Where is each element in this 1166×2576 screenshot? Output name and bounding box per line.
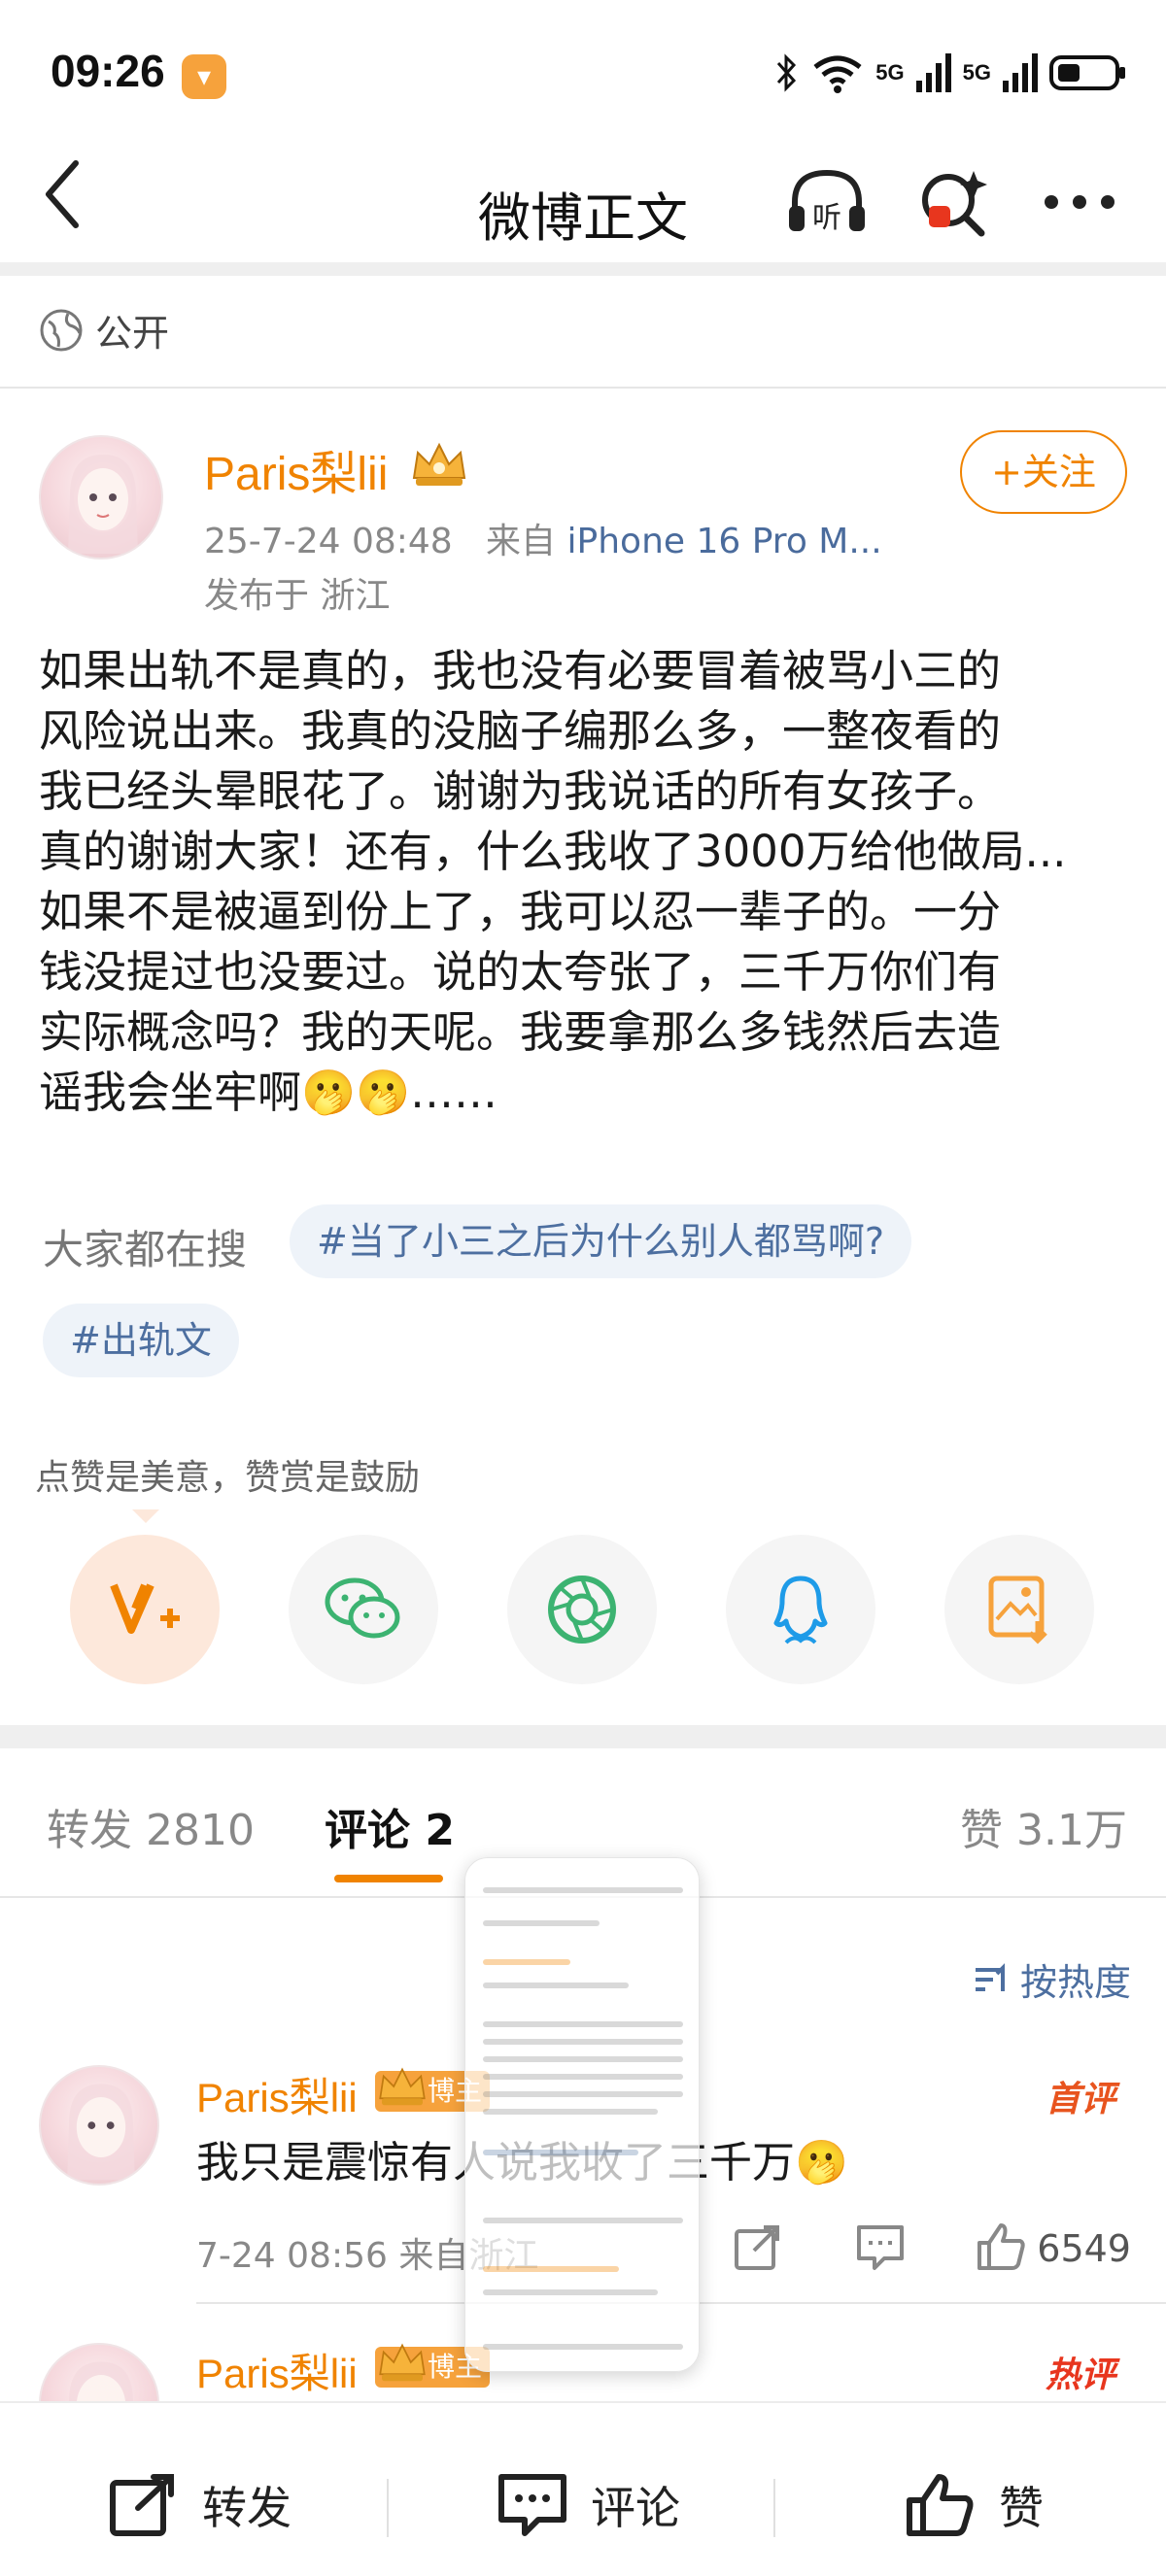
divider	[0, 1725, 1166, 1748]
wifi-icon	[813, 55, 862, 93]
comment-like-count: 6549	[1037, 2227, 1131, 2270]
like-button[interactable]: 赞	[904, 2471, 1044, 2539]
like-label: 赞	[999, 2482, 1044, 2534]
bottom-action-bar: 转发 评论 赞	[0, 2401, 1166, 2576]
post-body-line: 我已经头晕眼花了。谢谢为我说话的所有女孩子。	[39, 765, 1002, 817]
vplus-reward-button[interactable]	[70, 1535, 220, 1684]
divider	[773, 2479, 775, 2537]
repost-label: 转发	[202, 2482, 292, 2534]
battery-icon	[1049, 55, 1125, 90]
listen-label: 听	[812, 201, 841, 235]
crown-badge-icon	[412, 442, 466, 486]
comment-reply-icon[interactable]	[853, 2220, 908, 2274]
tooltip-pointer-icon	[132, 1509, 159, 1523]
author-avatar[interactable]	[39, 435, 163, 559]
status-time: 09:26	[51, 46, 165, 96]
post-meta: 25-7-24 08:48 来自 iPhone 16 Pro M...	[204, 513, 882, 563]
status-bar: 09:26 ▾ 5G 5G	[0, 0, 1166, 146]
post-body: 如果出轨不是真的，我也没有必要冒着被骂小三的 风险说出来。我真的没脑子编那么多，…	[39, 641, 1137, 1123]
qq-icon	[773, 1576, 828, 1644]
visibility-label: 公开	[95, 312, 170, 355]
post-location: 发布于 浙江	[204, 576, 391, 616]
comment-like-icon[interactable]	[974, 2220, 1028, 2274]
comment-author-name[interactable]: Paris梨lii	[196, 2065, 358, 2124]
ai-search-icon[interactable]	[909, 163, 997, 241]
bluetooth-icon	[777, 53, 797, 92]
share-qq-button[interactable]	[726, 1535, 875, 1684]
sim1-label: 5G	[875, 60, 905, 85]
moments-icon	[548, 1576, 616, 1644]
crown-badge-icon	[379, 2067, 426, 2106]
save-image-button[interactable]	[944, 1535, 1094, 1684]
hashtag-link[interactable]: #出轨文	[43, 1304, 239, 1377]
tab-comment[interactable]: 评论 2	[325, 1795, 455, 1857]
like-icon	[907, 2474, 974, 2536]
wechat-icon	[325, 1577, 400, 1639]
vplus-icon	[110, 1583, 180, 1634]
post-source[interactable]: iPhone 16 Pro M...	[567, 522, 882, 561]
post-body-line: 钱没提过也没要过。说的太夸张了，三千万你们有	[39, 946, 1002, 998]
globe-icon	[40, 309, 83, 351]
comment-avatar[interactable]	[39, 2065, 159, 2186]
sim2-label: 5G	[962, 60, 991, 85]
visibility-indicator: 公开	[39, 303, 169, 356]
comment-button[interactable]: 评论	[496, 2471, 680, 2539]
post-body-line: 如果不是被逼到份上了，我可以忍一辈子的。一分	[39, 886, 1002, 937]
more-icon[interactable]	[1036, 163, 1123, 241]
comment-icon	[498, 2474, 566, 2536]
post-body-line: 风险说出来。我真的没脑子编那么多，一整夜看的	[39, 705, 1002, 757]
comment-author-name[interactable]: Paris梨lii	[196, 2341, 358, 2400]
repost-button[interactable]: 转发	[107, 2471, 292, 2539]
source-prefix: 来自	[486, 522, 557, 561]
comment-label: 评论	[591, 2482, 680, 2534]
trending-search-label: 大家都在搜	[43, 1226, 248, 1273]
share-moments-button[interactable]	[507, 1535, 657, 1684]
sort-toggle[interactable]: 按热度	[972, 1952, 1131, 2006]
signal-icon	[1003, 53, 1038, 92]
sort-label: 按热度	[1019, 1961, 1131, 2004]
active-tab-indicator	[334, 1875, 443, 1882]
divider	[387, 2479, 389, 2537]
follow-button[interactable]: +关注	[960, 430, 1127, 514]
hot-comment-label: 热评	[1045, 2356, 1115, 2395]
notification-app-icon: ▾	[182, 54, 226, 99]
tab-like[interactable]: 赞 3.1万	[960, 1795, 1127, 1857]
post-date: 25-7-24 08:48	[204, 522, 453, 561]
sort-icon	[975, 1962, 1005, 1991]
listen-icon[interactable]: 听	[783, 163, 871, 241]
crown-badge-icon	[379, 2343, 426, 2382]
share-wechat-button[interactable]	[289, 1535, 438, 1684]
post-body-line: 如果出轨不是真的，我也没有必要冒着被骂小三的	[39, 645, 1002, 696]
screenshot-preview-thumbnail[interactable]	[464, 1857, 700, 2372]
post-body-line: 真的谢谢大家！还有，什么我收了3000万给他做局...	[39, 826, 1067, 877]
status-indicators: 5G 5G	[774, 49, 1127, 97]
first-comment-label: 首评	[1045, 2080, 1115, 2119]
signal-icon	[915, 53, 951, 92]
tab-repost[interactable]: 转发 2810	[47, 1795, 255, 1857]
repost-icon	[110, 2474, 174, 2536]
post-body-line: 实际概念吗？我的天呢。我要拿那么多钱然后去造	[39, 1006, 1002, 1058]
author-name[interactable]: Paris梨lii	[204, 435, 388, 503]
post-body-line: 谣我会坐牢啊🫢🫢……	[39, 1067, 498, 1118]
comment-share-icon[interactable]	[731, 2220, 785, 2274]
reward-hint: 点赞是美意，赞赏是鼓励	[35, 1458, 421, 1498]
save-image-icon	[988, 1576, 1047, 1644]
hashtag-link[interactable]: #当了小三之后为什么别人都骂啊?	[290, 1204, 912, 1278]
divider	[0, 387, 1166, 389]
divider	[0, 262, 1166, 276]
